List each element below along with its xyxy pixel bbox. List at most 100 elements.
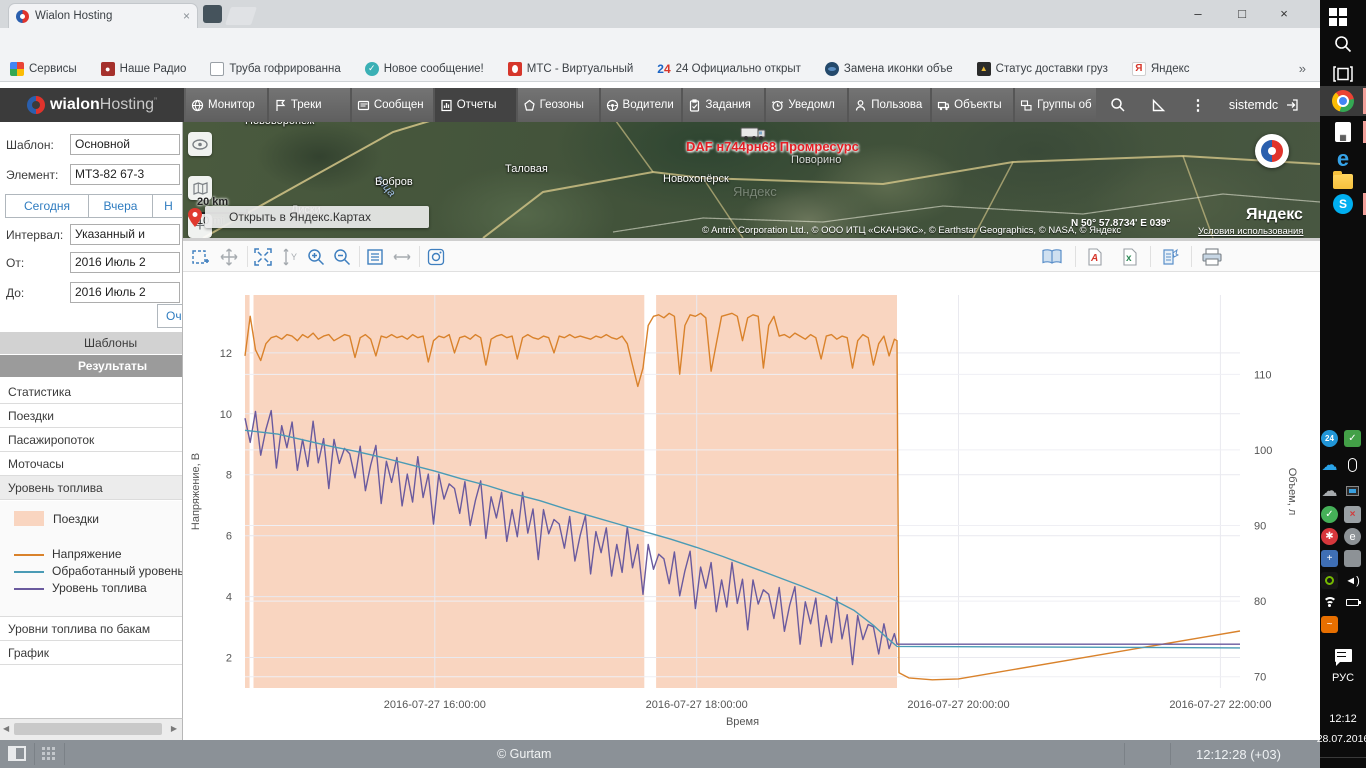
- y-scale-button[interactable]: Y: [281, 248, 299, 266]
- select-area-button[interactable]: [192, 248, 210, 266]
- taskbar-calculator-button[interactable]: ▦: [1320, 120, 1366, 144]
- templates-section-header[interactable]: Шаблоны: [0, 332, 183, 354]
- speaker-icon[interactable]: ◄): [1344, 572, 1361, 589]
- sidebar-item-statistics[interactable]: Статистика: [0, 380, 183, 404]
- legend-toggle-button[interactable]: [366, 248, 384, 266]
- bookmark-icon-replace[interactable]: Замена иконки объе: [825, 62, 953, 76]
- nav-unit-groups[interactable]: Группы об: [1015, 88, 1096, 122]
- export-excel-button[interactable]: x: [1121, 248, 1139, 266]
- nav-tracks[interactable]: Треки: [269, 88, 350, 122]
- copyright[interactable]: © Gurtam: [497, 747, 551, 761]
- sidebar-item-fuel-by-tanks[interactable]: Уровни топлива по бакам: [0, 617, 183, 641]
- yandex-map-logo[interactable]: Яндекс: [1246, 206, 1303, 224]
- week-button[interactable]: Н: [153, 194, 183, 218]
- map-tooltip[interactable]: Открыть в Яндекс.Картах: [205, 206, 429, 228]
- from-date-input[interactable]: 2016 Июль 2: [70, 252, 180, 273]
- battery-icon[interactable]: [1344, 594, 1361, 611]
- browser-tab[interactable]: Wialon Hosting ×: [8, 3, 198, 28]
- visibility-button[interactable]: [188, 132, 212, 156]
- nav-users[interactable]: Пользова: [849, 88, 930, 122]
- sidebar-item-fuel-level[interactable]: Уровень топлива: [0, 476, 183, 500]
- results-section-header[interactable]: Результаты: [0, 355, 183, 377]
- toggle-panel-icon[interactable]: [8, 746, 26, 761]
- java-icon[interactable]: ~: [1321, 616, 1338, 633]
- x-scale-button[interactable]: [393, 248, 411, 266]
- bookmark-radio[interactable]: ●Наше Радио: [101, 62, 187, 76]
- tray-check-icon[interactable]: ✓: [1344, 430, 1361, 447]
- print-button[interactable]: [1201, 248, 1223, 266]
- nav-reports[interactable]: Отчеты: [435, 88, 516, 122]
- zoom-in-button[interactable]: [307, 248, 325, 266]
- driver-tool-icon[interactable]: +: [1321, 550, 1338, 567]
- nav-monitoring[interactable]: Монитор: [186, 88, 267, 122]
- show-desktop-divider[interactable]: [1320, 757, 1366, 758]
- eset-icon[interactable]: e: [1344, 528, 1361, 545]
- bookmark-delivery[interactable]: ▲Статус доставки груз: [977, 62, 1108, 76]
- scroll-thumb[interactable]: [14, 723, 162, 735]
- nav-geofences[interactable]: Геозоны: [518, 88, 599, 122]
- nav-messages[interactable]: Сообщен: [352, 88, 433, 122]
- trace-point-button[interactable]: [427, 248, 445, 266]
- bookmark-services[interactable]: Сервисы: [10, 62, 77, 76]
- green-messenger-icon[interactable]: ✓: [1321, 506, 1338, 523]
- unit-select[interactable]: МТЗ-82 67-3: [70, 164, 180, 185]
- taskbar-chrome-button[interactable]: [1320, 86, 1366, 116]
- bookmark-truba[interactable]: Труба гофрированна: [210, 62, 340, 76]
- language-indicator[interactable]: РУС: [1320, 670, 1366, 686]
- today-button[interactable]: Сегодня: [5, 194, 89, 218]
- bookmark-24[interactable]: 2424 Официально открыт: [657, 62, 801, 76]
- sidebar-item-trips[interactable]: Поездки: [0, 404, 183, 428]
- zoom-out-button[interactable]: [333, 248, 351, 266]
- nvidia-icon[interactable]: [1321, 572, 1338, 589]
- nav-notifications[interactable]: Уведомл: [766, 88, 847, 122]
- to-date-input[interactable]: 2016 Июль 2: [70, 282, 180, 303]
- display-icon[interactable]: [1344, 482, 1361, 499]
- fuel-chart[interactable]: 246810127080901001102016-07-27 16:00:002…: [183, 272, 1320, 740]
- mouse-icon[interactable]: [1344, 456, 1361, 473]
- sidebar-item-enginehours[interactable]: Моточасы: [0, 452, 183, 476]
- grid-menu-icon[interactable]: [42, 747, 45, 750]
- pinned-tab-button[interactable]: [203, 5, 222, 23]
- terms-link[interactable]: Условия использования: [1198, 226, 1303, 237]
- notifications-button[interactable]: [1320, 644, 1366, 666]
- template-select[interactable]: Основной: [70, 134, 180, 155]
- bookmark-message[interactable]: ✓Новое сообщение!: [365, 62, 484, 76]
- window-minimize-button[interactable]: –: [1182, 4, 1214, 24]
- antivirus-icon[interactable]: ✱: [1321, 528, 1338, 545]
- onedrive-icon[interactable]: ☁: [1321, 456, 1338, 473]
- start-button[interactable]: [1320, 6, 1366, 28]
- scroll-right-icon[interactable]: ▶: [171, 724, 177, 733]
- sidebar-item-passengers[interactable]: Пасажиропоток: [0, 428, 183, 452]
- window-close-button[interactable]: ×: [1268, 4, 1300, 24]
- sidebar-item-chart[interactable]: График: [0, 641, 183, 665]
- window-maximize-button[interactable]: □: [1226, 4, 1258, 24]
- export-pdf-button[interactable]: A: [1086, 248, 1104, 266]
- user-menu[interactable]: sistemdc: [1216, 88, 1312, 122]
- unit-map-label[interactable]: DAF н744рн68 Промресурс: [686, 139, 859, 154]
- yesterday-button[interactable]: Вчера: [89, 194, 153, 218]
- taskbar-explorer-button[interactable]: [1320, 168, 1366, 194]
- tab-close-icon[interactable]: ×: [183, 10, 190, 22]
- bookmark-mts[interactable]: МТС - Виртуальный: [508, 62, 634, 76]
- report-view-button[interactable]: [1041, 248, 1063, 266]
- header-tools-button[interactable]: [1140, 88, 1178, 122]
- wifi-icon[interactable]: [1321, 594, 1338, 611]
- execute-button[interactable]: Оч: [157, 304, 183, 328]
- nav-units[interactable]: Объекты: [932, 88, 1013, 122]
- pan-button[interactable]: [220, 248, 238, 266]
- tray-24-icon[interactable]: 24: [1321, 430, 1338, 447]
- taskbar-skype-button[interactable]: S: [1320, 192, 1366, 216]
- header-more-button[interactable]: ⋮: [1186, 88, 1210, 122]
- export-file-button[interactable]: [1161, 248, 1179, 266]
- gray-square-icon[interactable]: [1344, 550, 1361, 567]
- nav-jobs[interactable]: Задания: [683, 88, 764, 122]
- clock-date[interactable]: 28.07.2016: [1320, 732, 1366, 746]
- nav-drivers[interactable]: Водители: [601, 88, 682, 122]
- bookmark-yandex[interactable]: ЯЯндекс: [1132, 62, 1190, 76]
- taskbar-search-button[interactable]: [1320, 32, 1366, 56]
- new-tab-button[interactable]: [225, 7, 257, 25]
- bookmarks-overflow-chevron[interactable]: »: [1299, 61, 1306, 76]
- cloud-gray-icon[interactable]: ☁: [1321, 482, 1338, 499]
- scroll-left-icon[interactable]: ◀: [3, 724, 9, 733]
- sidebar-hscrollbar[interactable]: ◀ ▶: [0, 718, 183, 740]
